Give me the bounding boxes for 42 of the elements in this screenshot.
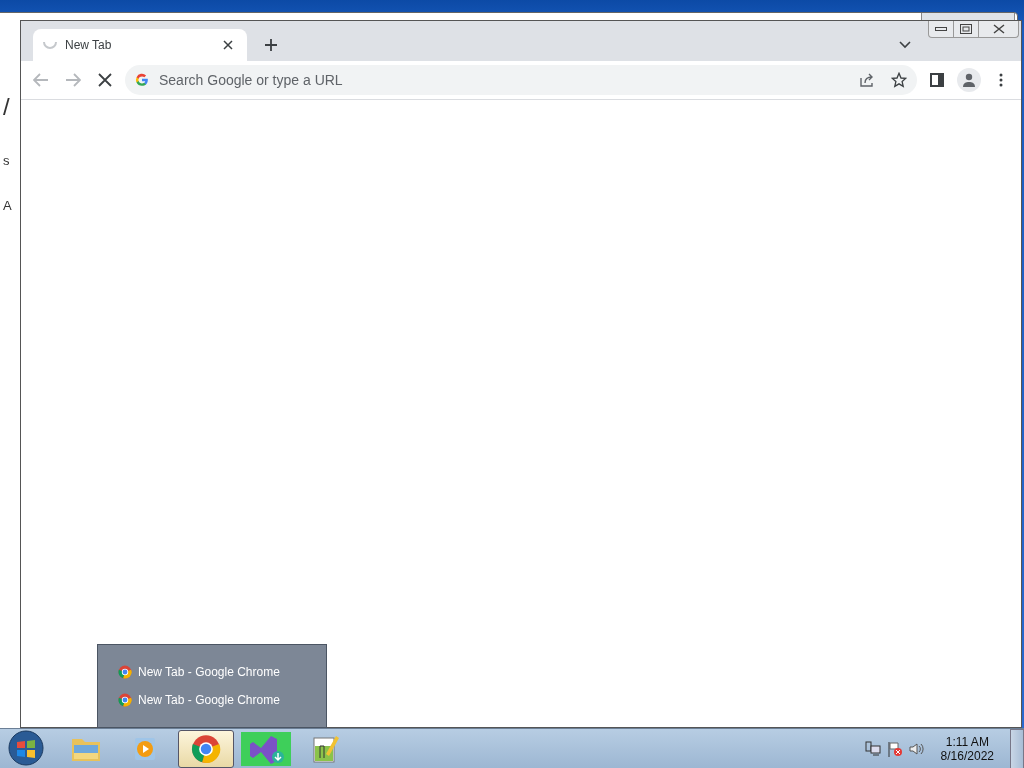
- window-list-item[interactable]: New Tab - Google Chrome: [118, 693, 326, 707]
- start-button[interactable]: [6, 729, 46, 768]
- bookmark-star-icon[interactable]: [891, 72, 907, 88]
- notepad-icon: [312, 734, 340, 764]
- chevron-down-icon: [899, 41, 911, 49]
- date-text: 8/16/2022: [940, 749, 994, 763]
- clock[interactable]: 1:11 AM 8/16/2022: [940, 735, 994, 763]
- show-desktop-button[interactable]: [1010, 729, 1024, 768]
- window-text: /: [3, 93, 10, 121]
- network-icon[interactable]: [864, 741, 881, 757]
- chrome-logo-icon: [118, 693, 132, 707]
- action-center-flag-icon[interactable]: [886, 741, 903, 757]
- browser-tab[interactable]: New Tab: [33, 29, 247, 61]
- menu-icon: [999, 73, 1003, 87]
- person-icon: [961, 72, 977, 88]
- restore-icon: [960, 24, 972, 34]
- tab-title: New Tab: [65, 38, 113, 52]
- back-arrow-icon: [33, 73, 49, 87]
- volume-icon[interactable]: [908, 741, 925, 757]
- profile-button[interactable]: [957, 68, 981, 92]
- google-g-icon: [135, 73, 149, 87]
- window-title: New Tab - Google Chrome: [138, 665, 280, 679]
- window-text: s: [3, 153, 10, 168]
- minimize-icon: [935, 27, 947, 31]
- close-icon: [98, 73, 112, 87]
- close-icon: [223, 40, 233, 50]
- time-text: 1:11 AM: [945, 735, 989, 749]
- plus-icon: [264, 38, 278, 52]
- side-panel-icon: [930, 73, 944, 87]
- window-text: A: [3, 198, 12, 213]
- taskbar-app-button[interactable]: [238, 730, 294, 768]
- chrome-logo-icon: [118, 665, 132, 679]
- studio-installer-icon: [241, 732, 291, 766]
- window-list-item[interactable]: New Tab - Google Chrome: [118, 665, 326, 679]
- window-title: New Tab - Google Chrome: [138, 693, 280, 707]
- share-icon[interactable]: [859, 72, 875, 88]
- close-icon: [992, 24, 1005, 34]
- windows-orb-icon: [8, 729, 44, 766]
- chrome-logo-icon: [191, 734, 221, 764]
- taskbar-app-button[interactable]: [178, 730, 234, 768]
- address-bar[interactable]: Search Google or type a URL: [125, 65, 917, 95]
- forward-arrow-icon: [65, 73, 81, 87]
